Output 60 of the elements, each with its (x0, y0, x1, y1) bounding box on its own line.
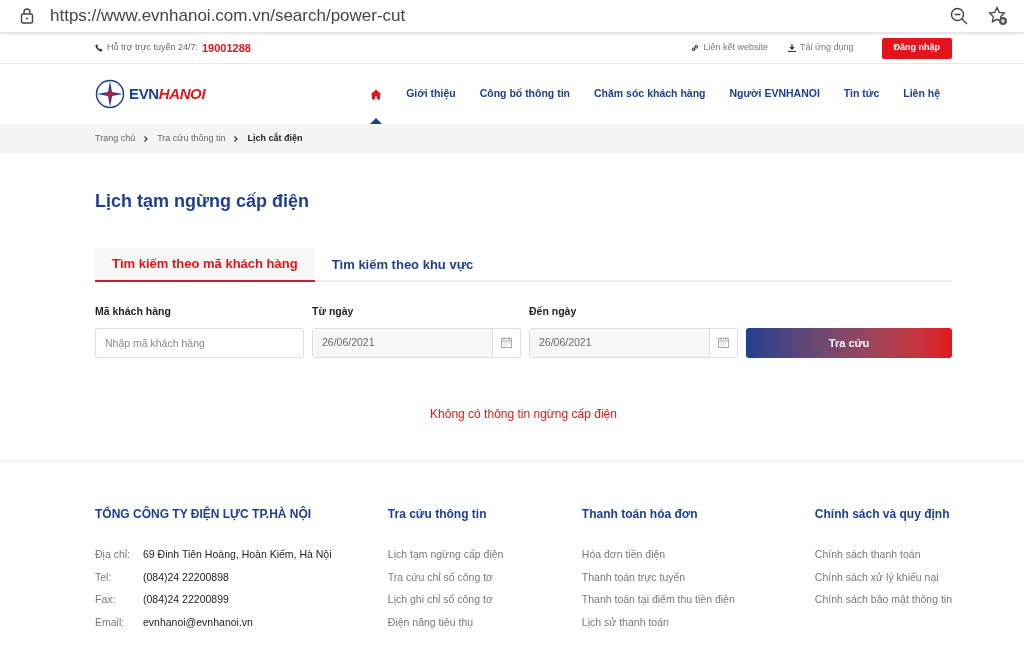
nav-link[interactable]: Liên hệ (891, 64, 952, 124)
footer-link[interactable]: Chính sách xử lý khiếu nại (814, 569, 952, 586)
download-icon (787, 44, 796, 52)
chevron-right-icon (234, 135, 239, 142)
footer-heading: Tra cứu thông tin (387, 505, 488, 523)
field-label: Đến ngày (529, 304, 578, 319)
website-links[interactable]: Liên kết website (691, 41, 768, 55)
page-title: Lịch tạm ngừng cấp điện (95, 190, 311, 213)
contact-label: Fax: (95, 592, 117, 608)
address-bar[interactable]: https://www.evnhanoi.com.vn/search/power-cut (50, 3, 406, 29)
customer-code-field[interactable]: Nhập mã khách hàng (95, 327, 304, 358)
contact-label: Email: (95, 615, 126, 630)
footer-link[interactable]: Hóa đơn tiền điện (581, 546, 815, 563)
favorite-star-icon[interactable] (988, 6, 1008, 26)
contact-value: evnhanoi@evnhanoi.vn (143, 615, 253, 630)
footer-link[interactable]: Thanh toán trực tuyến (581, 569, 815, 586)
footer-heading: Thanh toán hóa đơn (581, 505, 699, 523)
search-button[interactable]: Tra cứu (746, 327, 952, 358)
footer-link[interactable]: Lịch sử thanh toán (581, 615, 815, 631)
date-field[interactable]: 26/06/2021 (529, 327, 738, 358)
contact-value: (084)24 22200898 (143, 569, 229, 585)
contact-value: (084)24 22200899 (143, 592, 229, 608)
nav-link[interactable]: Tin tức (831, 64, 892, 124)
hotline-number[interactable]: 19001288 (201, 39, 251, 57)
contact-label: Tel: (95, 569, 113, 585)
download-app-link[interactable]: Tải ứng dụng (787, 41, 854, 55)
field-label: Mã khách hàng (95, 304, 172, 319)
chevron-right-icon (144, 135, 149, 142)
logo-star-icon (95, 79, 125, 109)
login-button[interactable]: Đăng nhập (881, 37, 952, 59)
search-tab[interactable]: Tìm kiếm theo mã khách hàng (95, 248, 315, 282)
footer-link[interactable]: Thanh toán tại điểm thu tiền điện (581, 592, 815, 608)
nav-link[interactable]: Giới thiệu (394, 64, 468, 124)
footer-heading: TỔNG CÔNG TY ĐIỆN LỰC TP.HÀ NỘI (95, 505, 313, 523)
nav-link[interactable]: Người EVNHANOI (717, 64, 832, 124)
support-label: Hỗ trợ trực tuyến 24/7: (107, 41, 198, 55)
logo-text[interactable]: EVNHANOI (129, 82, 206, 106)
date-field[interactable]: 26/06/2021 (312, 327, 521, 358)
footer-link[interactable]: Lịch ghi chỉ số công tơ (387, 592, 582, 608)
breadcrumb-link[interactable]: Trang chủ (95, 131, 136, 146)
search-tab[interactable]: Tìm kiếm theo khu vực (314, 248, 491, 282)
nav-link[interactable]: Công bố thông tin (467, 64, 583, 124)
lock-icon (20, 8, 34, 24)
footer-heading: Chính sách và quy định (814, 505, 951, 523)
zoom-out-icon[interactable] (950, 7, 968, 25)
contact-label: Địa chỉ: (95, 546, 131, 562)
current-page-label: Lịch cắt điện (247, 131, 303, 145)
footer-link[interactable]: Chính sách bảo mật thông tin (814, 592, 952, 608)
nav-link[interactable]: Chăm sóc khách hàng (582, 64, 718, 124)
footer-link[interactable]: Tra cứu chỉ số công tơ (387, 569, 582, 586)
no-results-message: Không có thông tin ngừng cấp điện (429, 405, 618, 423)
home-icon (370, 88, 383, 100)
footer-link[interactable]: Chính sách thanh toán (814, 546, 952, 563)
contact-value: 69 Đinh Tiên Hoàng, Hoàn Kiếm, Hà Nội (143, 546, 332, 562)
footer-link[interactable]: Lịch tạm ngừng cấp điện (387, 546, 582, 563)
field-label: Từ ngày (312, 304, 355, 319)
phone-icon (95, 44, 103, 52)
footer-link[interactable]: Điện năng tiêu thụ (387, 615, 582, 631)
link-icon (691, 44, 700, 52)
breadcrumb-link[interactable]: Tra cứu thông tin (157, 131, 226, 146)
